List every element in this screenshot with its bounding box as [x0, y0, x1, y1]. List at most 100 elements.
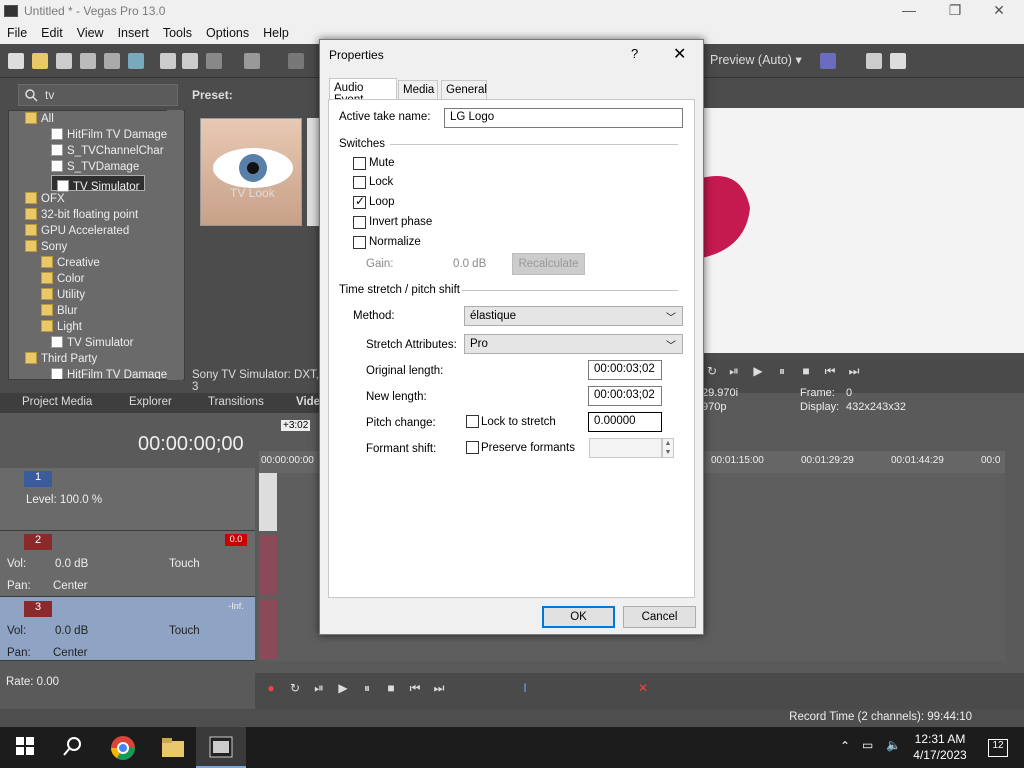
tree-item[interactable]: Third Party [25, 351, 97, 367]
paste-icon[interactable] [206, 53, 222, 69]
play-from-start-icon[interactable]: ⏯ [726, 364, 742, 380]
tab-general[interactable]: General [441, 80, 487, 100]
edit-tool-icon[interactable]: I [517, 681, 533, 697]
tree-item[interactable]: S_TVChannelChar [51, 143, 164, 159]
active-take-input[interactable]: LG Logo [444, 108, 683, 128]
tree-scrollbar[interactable] [167, 110, 183, 380]
network-icon[interactable]: ▭ [862, 738, 873, 752]
cut-icon[interactable] [160, 53, 176, 69]
new-length-input[interactable]: 00:00:03;02 [588, 386, 662, 406]
new-project-icon[interactable] [8, 53, 24, 69]
tree-item[interactable]: HitFilm TV Damage [51, 367, 167, 379]
invert-phase-checkbox[interactable] [353, 216, 366, 229]
search-icon[interactable] [62, 735, 88, 761]
copy-icon[interactable] [182, 53, 198, 69]
pause-icon[interactable]: ⏸ [774, 364, 790, 380]
notifications-badge[interactable]: 12 [988, 739, 1008, 757]
delete-icon[interactable]: ✕ [635, 681, 651, 697]
properties-icon[interactable] [128, 53, 144, 69]
audio-event-track-3[interactable] [259, 599, 277, 659]
recalculate-button[interactable]: Recalculate [512, 253, 585, 275]
tree-item[interactable]: Color [41, 271, 84, 287]
preview-quality-dropdown[interactable]: Preview (Auto) ▾ [710, 52, 802, 67]
lock-checkbox[interactable] [353, 176, 366, 189]
tree-item[interactable]: 32-bit floating point [25, 207, 138, 223]
tree-item[interactable]: Utility [41, 287, 85, 303]
tree-item[interactable]: S_TVDamage [51, 159, 139, 175]
track-header-2[interactable]: 2 Vol: 0.0 dB Pan: Center Touch 0.0 [0, 531, 255, 597]
tree-item[interactable]: HitFilm TV Damage [51, 127, 167, 143]
ok-button[interactable]: OK [542, 606, 615, 628]
clock-time[interactable]: 12:31 AM [912, 732, 968, 746]
clock-date[interactable]: 4/17/2023 [912, 748, 968, 762]
go-to-end-icon[interactable]: ⏭ [431, 681, 447, 697]
original-length-input[interactable]: 00:00:03;02 [588, 360, 662, 380]
chevron-up-icon[interactable]: ⌃ [840, 739, 850, 753]
dialog-close-button[interactable]: ✕ [673, 44, 686, 64]
fx-tree[interactable]: All HitFilm TV Damage S_TVChannelChar S_TVD… [8, 110, 185, 380]
menu-help[interactable]: Help [256, 24, 296, 42]
vegas-taskbar-button[interactable] [196, 727, 246, 768]
tab-audio-event[interactable]: Audio Event [329, 78, 397, 106]
save-snapshot-icon[interactable] [890, 53, 906, 69]
tree-item[interactable]: All [25, 111, 54, 127]
minimize-button[interactable]: — [886, 2, 932, 22]
tree-item[interactable]: Sony [25, 239, 67, 255]
tab-explorer[interactable]: Explorer [129, 396, 172, 408]
file-explorer-icon[interactable] [160, 735, 186, 761]
next-frame-icon[interactable]: ⏭ [846, 364, 862, 380]
mute-checkbox[interactable] [353, 157, 366, 170]
chrome-icon[interactable] [110, 735, 136, 761]
play-icon[interactable]: ▶ [750, 364, 766, 380]
menu-insert[interactable]: Insert [111, 24, 156, 42]
formant-shift-input[interactable] [589, 438, 662, 458]
overlay-grid-icon[interactable] [820, 53, 836, 69]
loop-playback-icon[interactable]: ↻ [287, 681, 303, 697]
formant-spin-button[interactable]: ▲ ▼ [662, 438, 674, 458]
copy-snapshot-icon[interactable] [866, 53, 882, 69]
save-as-icon[interactable] [80, 53, 96, 69]
volume-icon[interactable]: 🔈 [886, 738, 901, 752]
tree-item[interactable]: TV Simulator [51, 175, 146, 193]
maximize-button[interactable]: ❐ [932, 2, 978, 22]
loop-checkbox[interactable] [353, 194, 366, 209]
tab-media[interactable]: Media [398, 80, 438, 100]
tab-project-media[interactable]: Project Media [22, 396, 92, 408]
help-button[interactable]: ? [631, 46, 638, 61]
menu-tools[interactable]: Tools [156, 24, 199, 42]
tree-item[interactable]: Creative [41, 255, 100, 271]
close-window-button[interactable]: ✕ [976, 2, 1022, 22]
lock-to-stretch-checkbox[interactable] [466, 415, 479, 428]
stop-icon[interactable]: ■ [798, 364, 814, 380]
save-icon[interactable] [56, 53, 72, 69]
play-from-start-icon[interactable]: ⏯ [311, 681, 327, 697]
method-dropdown[interactable]: élastique ﹀ [464, 306, 683, 326]
cancel-button[interactable]: Cancel [623, 606, 696, 628]
tree-item[interactable]: Light [41, 319, 82, 335]
tab-video-fx[interactable]: Vide [296, 396, 320, 408]
play-icon[interactable]: ▶ [335, 681, 351, 697]
pitch-change-input[interactable]: 0.00000 [588, 412, 662, 432]
tv-look-thumbnail[interactable] [200, 118, 302, 226]
pause-icon[interactable]: ⏸ [359, 681, 375, 697]
prev-frame-icon[interactable]: ⏮ [822, 364, 838, 380]
track-header-3[interactable]: 3 Vol: 0.0 dB Pan: Center Touch -Inf. [0, 597, 255, 661]
menu-view[interactable]: View [70, 24, 111, 42]
tab-transitions[interactable]: Transitions [208, 396, 264, 408]
go-to-start-icon[interactable]: ⏮ [407, 681, 423, 697]
render-icon[interactable] [104, 53, 120, 69]
windows-start-icon[interactable] [14, 735, 40, 761]
tree-item[interactable]: TV Simulator [51, 335, 133, 351]
loop-icon[interactable]: ↻ [704, 364, 720, 380]
audio-event-track-2[interactable] [259, 535, 277, 595]
menu-edit[interactable]: Edit [34, 24, 70, 42]
stretch-attributes-dropdown[interactable]: Pro ﹀ [464, 334, 683, 354]
automation-mode[interactable]: Touch [169, 558, 200, 570]
normalize-checkbox[interactable] [353, 236, 366, 249]
video-event[interactable] [259, 473, 277, 531]
menu-options[interactable]: Options [199, 24, 256, 42]
preserve-formants-checkbox[interactable] [466, 441, 479, 454]
redo-icon[interactable] [288, 53, 304, 69]
tree-item[interactable]: GPU Accelerated [25, 223, 129, 239]
automation-mode[interactable]: Touch [169, 625, 200, 637]
